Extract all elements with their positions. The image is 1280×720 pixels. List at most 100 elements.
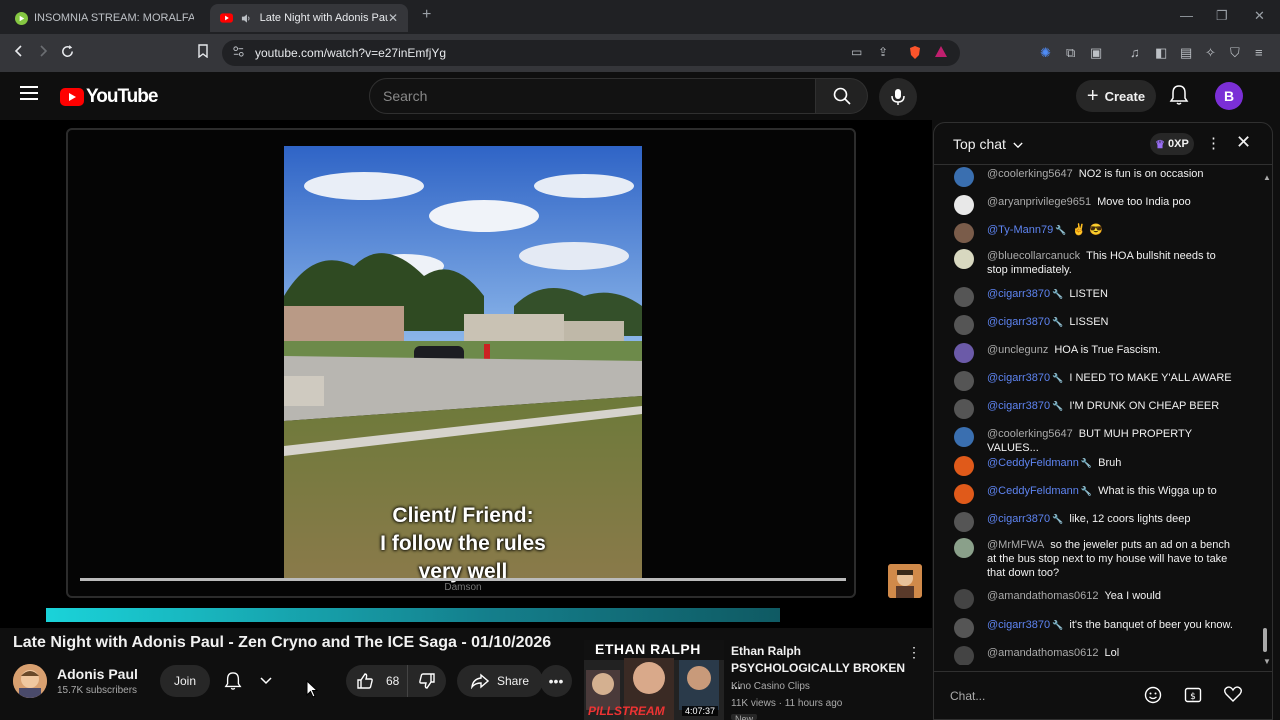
chat-scrollbar[interactable]: ▲ ▼: [1263, 173, 1271, 666]
mouse-cursor: [306, 679, 319, 703]
menu-icon[interactable]: ≡: [1255, 45, 1263, 60]
chat-options-icon[interactable]: ⋮: [1206, 134, 1221, 152]
join-button[interactable]: Join: [160, 665, 210, 697]
heart-icon[interactable]: [1224, 686, 1242, 707]
browser-tab-insomnia[interactable]: INSOMNIA STREAM: MORALFAG ED: [4, 4, 204, 32]
chat-author-name[interactable]: @CeddyFeldmann: [987, 485, 1079, 497]
chat-close-icon[interactable]: ✕: [1236, 132, 1251, 153]
chat-author-name[interactable]: @cigarr3870: [987, 400, 1050, 412]
chat-author-avatar[interactable]: [954, 538, 974, 558]
browser-tab-youtube[interactable]: Late Night with Adonis Paul - ✕: [210, 4, 408, 32]
chat-author-avatar[interactable]: [954, 399, 974, 419]
chat-author-name[interactable]: @amandathomas0612: [987, 647, 1098, 659]
recommended-more-icon[interactable]: ⋮: [907, 644, 921, 661]
create-button[interactable]: + Create: [1076, 80, 1156, 112]
chat-author-avatar[interactable]: [954, 371, 974, 391]
voice-search-button[interactable]: [879, 78, 917, 116]
chat-author-avatar[interactable]: [954, 512, 974, 532]
chat-input[interactable]: [950, 684, 1150, 708]
chat-author-name[interactable]: @cigarr3870: [987, 288, 1050, 300]
chat-author-avatar[interactable]: [954, 456, 974, 476]
close-tab-icon[interactable]: ✕: [388, 11, 398, 25]
video-player[interactable]: Client/ Friend: I follow the rules very …: [0, 120, 932, 628]
chat-author-avatar[interactable]: [954, 484, 974, 504]
youtube-logo[interactable]: YouTube: [60, 86, 158, 108]
puzzle-icon[interactable]: ⧉: [1066, 45, 1075, 61]
chat-author-name[interactable]: @cigarr3870: [987, 513, 1050, 525]
more-actions-button[interactable]: •••: [540, 665, 572, 697]
chat-author-name[interactable]: @unclegunz: [987, 344, 1048, 356]
search-box[interactable]: [369, 78, 816, 114]
chat-author-avatar[interactable]: [954, 287, 974, 307]
chat-author-name[interactable]: @MrMFWA: [987, 539, 1044, 551]
chat-author-avatar[interactable]: [954, 589, 974, 609]
chat-message-body: @coolerking5647 NO2 is fun is on occasion: [987, 167, 1237, 181]
guide-menu-icon[interactable]: [20, 86, 38, 100]
channel-avatar[interactable]: [13, 664, 47, 698]
brave-rewards-icon[interactable]: [934, 45, 948, 61]
cast-icon[interactable]: ▭: [851, 45, 862, 59]
back-icon[interactable]: [12, 44, 26, 61]
chat-author-avatar[interactable]: [954, 427, 974, 447]
chat-author-avatar[interactable]: [954, 343, 974, 363]
emoji-icon[interactable]: [1144, 686, 1162, 709]
minimize-icon[interactable]: —: [1180, 8, 1193, 23]
chat-scroll-thumb[interactable]: [1263, 628, 1267, 652]
like-dislike-group: 68: [346, 665, 446, 697]
vpn-icon[interactable]: ⛉: [1230, 45, 1240, 61]
search-button[interactable]: [816, 78, 868, 114]
chat-author-name[interactable]: @cigarr3870: [987, 372, 1050, 384]
notifications-bell-icon[interactable]: [1169, 84, 1189, 111]
chat-author-avatar[interactable]: [954, 249, 974, 269]
screenshot-icon[interactable]: ▣: [1090, 45, 1102, 61]
chat-author-name[interactable]: @cigarr3870: [987, 619, 1050, 631]
chat-author-avatar[interactable]: [954, 223, 974, 243]
bookmark-icon[interactable]: [197, 44, 209, 61]
chat-author-name[interactable]: @bluecollarcanuck: [987, 250, 1080, 262]
chat-author-name[interactable]: @CeddyFeldmann: [987, 457, 1079, 469]
forward-icon[interactable]: [36, 44, 50, 61]
chat-author-avatar[interactable]: [954, 618, 974, 638]
chat-message-body: @CeddyFeldmann 🔧 What is this Wigga up to: [987, 484, 1237, 498]
chat-author-avatar[interactable]: [954, 167, 974, 187]
chat-author-name[interactable]: @coolerking5647: [987, 428, 1073, 440]
extension-icon[interactable]: ✺: [1040, 45, 1051, 61]
dislike-button[interactable]: [408, 665, 446, 697]
like-button[interactable]: 68: [346, 665, 408, 697]
xp-badge[interactable]: ♛ 0XP: [1150, 133, 1194, 155]
video-title: Late Night with Adonis Paul - Zen Cryno …: [13, 634, 552, 651]
address-bar[interactable]: youtube.com/watch?v=e27inEmfjYg ▭ ⇪: [222, 40, 960, 66]
leo-icon[interactable]: ✧: [1205, 45, 1216, 61]
progress-bar[interactable]: [46, 608, 780, 622]
reload-icon[interactable]: [60, 44, 75, 62]
channel-name[interactable]: Adonis Paul: [57, 666, 138, 682]
subscription-notifications-button[interactable]: [220, 665, 276, 697]
speaker-icon[interactable]: [240, 11, 254, 25]
new-tab-icon[interactable]: +: [422, 6, 431, 24]
chat-mode-dropdown[interactable]: Top chat: [953, 136, 1023, 152]
chat-author-name[interactable]: @cigarr3870: [987, 316, 1050, 328]
brave-shield-icon[interactable]: [908, 45, 922, 63]
account-avatar[interactable]: B: [1215, 82, 1243, 110]
scroll-down-icon[interactable]: ▼: [1263, 657, 1271, 666]
maximize-icon[interactable]: ❐: [1216, 8, 1228, 24]
scroll-up-icon[interactable]: ▲: [1263, 173, 1271, 182]
chat-author-name[interactable]: @Ty-Mann79: [987, 224, 1053, 236]
recommended-channel[interactable]: Kino Casino Clips: [731, 681, 810, 692]
search-input[interactable]: [370, 79, 815, 113]
site-info-icon[interactable]: [232, 45, 245, 61]
chat-author-name[interactable]: @coolerking5647: [987, 168, 1073, 180]
chat-author-avatar[interactable]: [954, 195, 974, 215]
chat-author-avatar[interactable]: [954, 315, 974, 335]
share-button[interactable]: Share: [457, 665, 543, 697]
share-page-icon[interactable]: ⇪: [878, 45, 888, 59]
sidebar-icon[interactable]: ◧: [1155, 45, 1167, 61]
media-icon[interactable]: ♫: [1130, 45, 1140, 60]
chat-author-name[interactable]: @aryanprivilege9651: [987, 196, 1091, 208]
youtube-play-icon: [60, 88, 84, 106]
super-chat-icon[interactable]: $: [1184, 686, 1202, 709]
chat-author-name[interactable]: @amandathomas0612: [987, 590, 1098, 602]
chat-author-avatar[interactable]: [954, 646, 974, 665]
window-close-icon[interactable]: ✕: [1254, 8, 1265, 24]
wallet-icon[interactable]: ▤: [1180, 45, 1192, 61]
